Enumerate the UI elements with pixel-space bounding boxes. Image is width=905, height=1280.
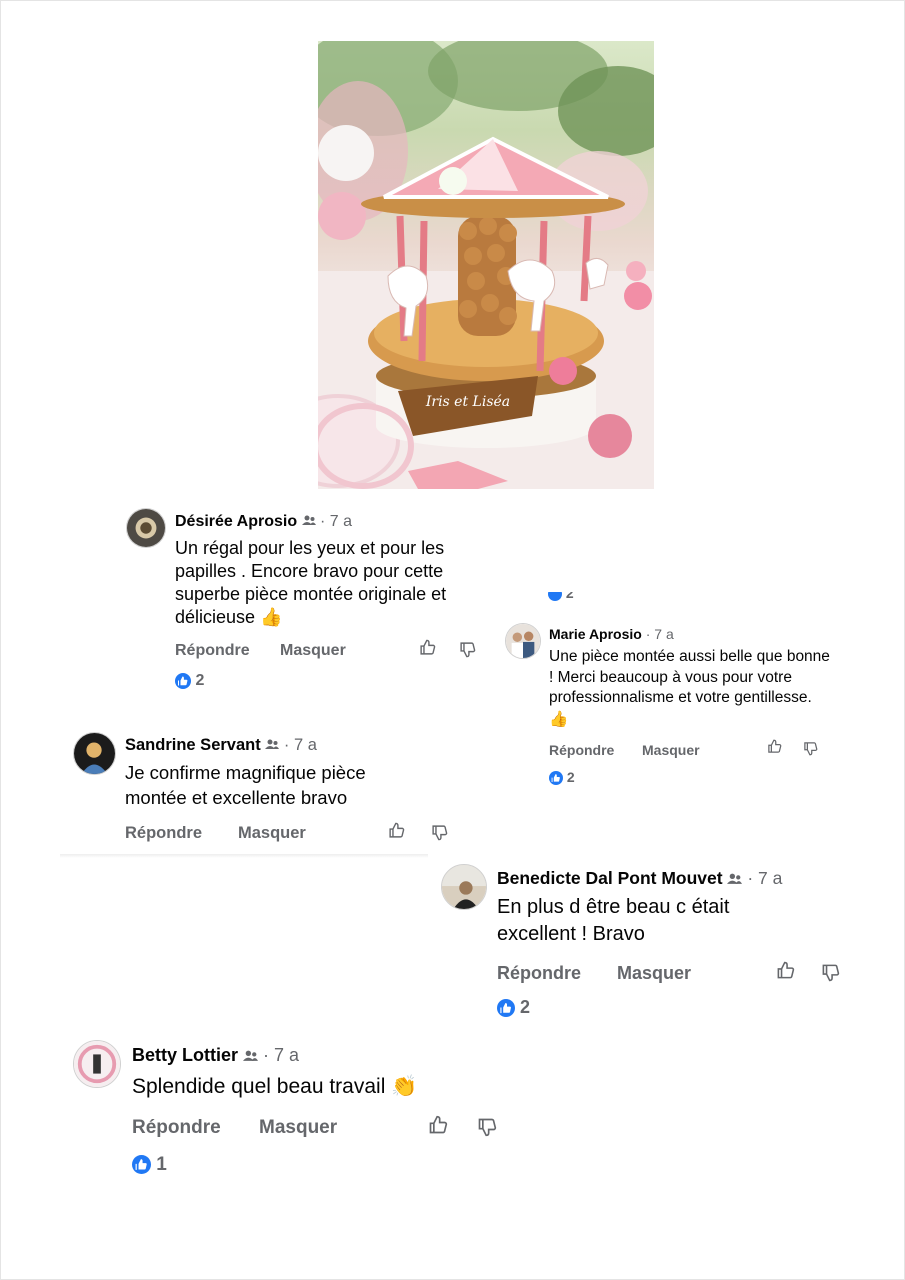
avatar[interactable]	[505, 623, 541, 659]
thumbs-up-emoji: 👍	[260, 607, 283, 628]
comment-age[interactable]: · 7 a	[320, 513, 352, 530]
like-badge-icon	[132, 1155, 151, 1175]
comment-text: En plus d être beau c était excellent ! …	[497, 896, 730, 945]
thumbs-up-icon[interactable]	[388, 822, 405, 844]
comment-author[interactable]: Benedicte Dal Pont Mouvet	[497, 868, 723, 888]
comment-desiree: Désirée Aprosio · 7 a Un régal pour les …	[126, 508, 506, 698]
comment-sandrine: Sandrine Servant · 7 a Je confirme magni…	[73, 732, 453, 852]
like-count[interactable]: 2	[497, 997, 530, 1018]
reply-button[interactable]: Répondre	[549, 742, 614, 758]
like-badge-icon	[175, 672, 191, 689]
avatar[interactable]	[441, 864, 487, 910]
group-icon	[301, 513, 316, 531]
comment-text: Splendide quel beau travail	[132, 1075, 386, 1098]
comment-age[interactable]: · 7 a	[284, 736, 317, 754]
comment-age[interactable]: · 7 a	[263, 1045, 299, 1065]
comment-benedicte: Benedicte Dal Pont Mouvet · 7 a En plus …	[441, 864, 861, 1024]
comment-author[interactable]: Marie Aprosio	[549, 626, 642, 642]
thumbs-down-icon[interactable]	[803, 741, 818, 761]
comment-author[interactable]: Désirée Aprosio	[175, 513, 297, 530]
thumbs-down-icon[interactable]	[821, 963, 840, 987]
thumbs-up-icon[interactable]	[767, 739, 782, 759]
comment-betty: Betty Lottier · 7 a Splendide quel beau …	[73, 1040, 513, 1180]
hide-button[interactable]: Masquer	[642, 742, 700, 758]
cake-inscription: Iris et Liséa	[425, 394, 510, 410]
comment-marie: Marie Aprosio · 7 a Une pièce montée aus…	[505, 623, 835, 793]
group-icon	[727, 869, 743, 890]
comment-text: Je confirme magnifique pièce montée et e…	[125, 762, 366, 808]
hide-button[interactable]: Masquer	[280, 642, 346, 660]
group-icon	[265, 736, 280, 755]
hide-button[interactable]: Masquer	[259, 1117, 337, 1139]
comment-author[interactable]: Betty Lottier	[132, 1045, 238, 1065]
reply-button[interactable]: Répondre	[497, 963, 581, 984]
comment-author[interactable]: Sandrine Servant	[125, 736, 261, 754]
avatar[interactable]	[126, 508, 166, 548]
group-icon	[243, 1046, 259, 1067]
comment-age[interactable]: · 7 a	[646, 626, 674, 642]
like-count[interactable]: 2	[175, 672, 204, 690]
clipped-like-count[interactable]: 2	[548, 592, 574, 607]
avatar[interactable]	[73, 732, 116, 775]
reply-button[interactable]: Répondre	[132, 1117, 221, 1139]
comment-text: Un régal pour les yeux et pour les papil…	[175, 538, 447, 627]
cake-photo[interactable]: Iris et Liséa	[318, 41, 654, 489]
thumbs-down-icon[interactable]	[431, 824, 448, 846]
clapping-hands-emoji: 👏	[391, 1074, 418, 1098]
thumbs-down-icon[interactable]	[459, 641, 476, 663]
reply-button[interactable]: Répondre	[125, 824, 202, 843]
thumbs-up-icon[interactable]	[776, 961, 795, 985]
comment-text: Une pièce montée aussi belle que bonne !…	[549, 648, 830, 706]
thumbs-up-icon[interactable]	[419, 639, 436, 661]
thumbs-up-icon[interactable]	[428, 1115, 448, 1140]
thumbs-down-icon[interactable]	[477, 1117, 497, 1142]
hide-button[interactable]: Masquer	[238, 824, 306, 843]
avatar[interactable]	[73, 1040, 121, 1088]
like-count[interactable]: 2	[549, 769, 575, 786]
thumbs-up-emoji: 👍	[549, 709, 569, 728]
like-badge-icon	[549, 771, 563, 786]
like-badge-icon	[548, 592, 562, 602]
divider	[60, 854, 428, 858]
like-badge-icon	[497, 999, 515, 1018]
comment-age[interactable]: · 7 a	[747, 868, 782, 888]
like-count[interactable]: 1	[132, 1154, 167, 1176]
hide-button[interactable]: Masquer	[617, 963, 691, 984]
reply-button[interactable]: Répondre	[175, 642, 250, 660]
